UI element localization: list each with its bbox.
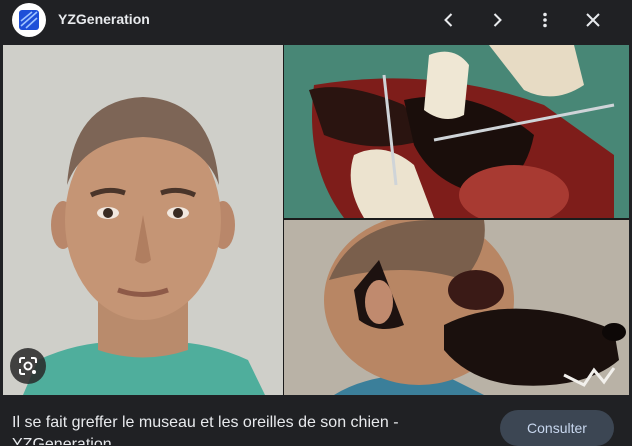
dog-snout-head-image xyxy=(284,220,629,395)
close-button[interactable] xyxy=(579,6,607,34)
chevron-right-icon xyxy=(493,13,502,27)
site-name[interactable]: YZGeneration xyxy=(58,11,150,27)
chevron-left-icon xyxy=(444,13,453,27)
preview-image[interactable] xyxy=(3,45,629,395)
next-button[interactable] xyxy=(483,6,511,34)
image-caption[interactable]: Il se fait greffer le museau et les orei… xyxy=(12,412,482,445)
viewer-header: YZGeneration xyxy=(0,0,632,40)
surgery-image xyxy=(284,45,629,218)
lens-search-button[interactable] xyxy=(10,348,46,384)
yzgeneration-logo-icon xyxy=(19,10,39,30)
consult-button[interactable]: Consulter xyxy=(500,410,614,446)
portrait-image xyxy=(3,45,283,395)
close-icon xyxy=(586,13,600,27)
lens-icon xyxy=(19,357,37,375)
more-options-button[interactable] xyxy=(531,6,559,34)
more-vert-icon xyxy=(543,12,547,28)
site-logo[interactable] xyxy=(12,3,46,37)
previous-button[interactable] xyxy=(435,6,463,34)
